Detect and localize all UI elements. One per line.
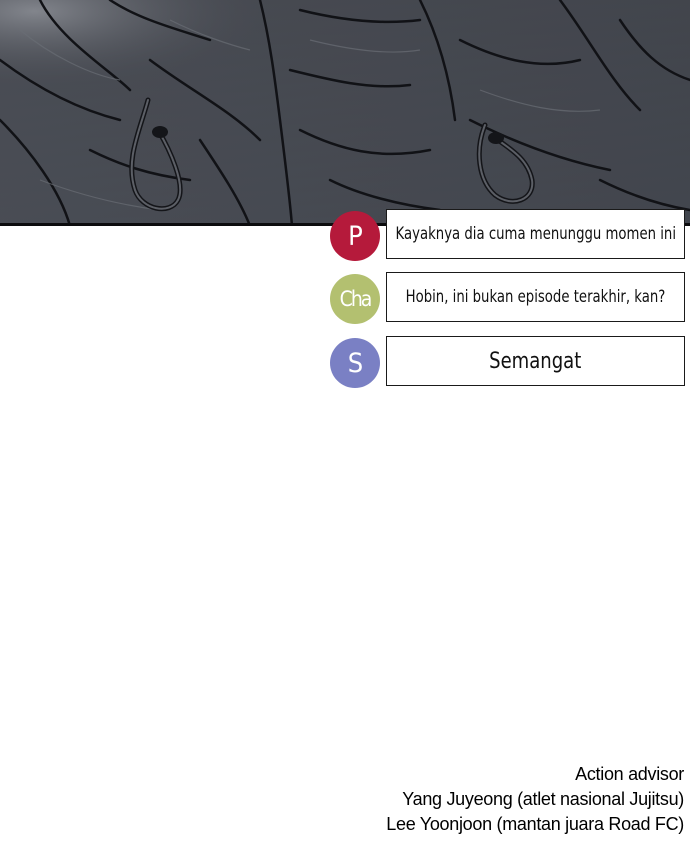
comment-text: Kayaknya dia cuma menunggu momen ini bbox=[395, 224, 676, 244]
credits-line: Yang Juyeong (atlet nasional Jujitsu) bbox=[402, 789, 684, 809]
comment-item: Cha Hobin, ini bukan episode terakhir, k… bbox=[330, 272, 687, 324]
comment-item: S Semangat bbox=[330, 336, 687, 388]
avatar[interactable]: S bbox=[330, 338, 380, 388]
credits: Action advisor Yang Juyeong (atlet nasio… bbox=[386, 762, 684, 837]
comment-bubble: Kayaknya dia cuma menunggu momen ini bbox=[386, 209, 685, 259]
comment-item: P Kayaknya dia cuma menunggu momen ini bbox=[330, 209, 687, 261]
avatar[interactable]: Cha bbox=[330, 274, 380, 324]
avatar[interactable]: P bbox=[330, 211, 380, 261]
comment-bubble: Semangat bbox=[386, 336, 685, 386]
comment-text: Semangat bbox=[489, 348, 582, 374]
comment-text: Hobin, ini bukan episode terakhir, kan? bbox=[405, 287, 666, 307]
hoodie-illustration bbox=[0, 0, 690, 226]
credits-heading: Action advisor bbox=[575, 764, 684, 784]
comic-page: P Kayaknya dia cuma menunggu momen ini C… bbox=[0, 0, 690, 843]
comic-panel-image bbox=[0, 0, 690, 226]
comment-bubble: Hobin, ini bukan episode terakhir, kan? bbox=[386, 272, 685, 322]
credits-line: Lee Yoonjoon (mantan juara Road FC) bbox=[386, 814, 684, 834]
